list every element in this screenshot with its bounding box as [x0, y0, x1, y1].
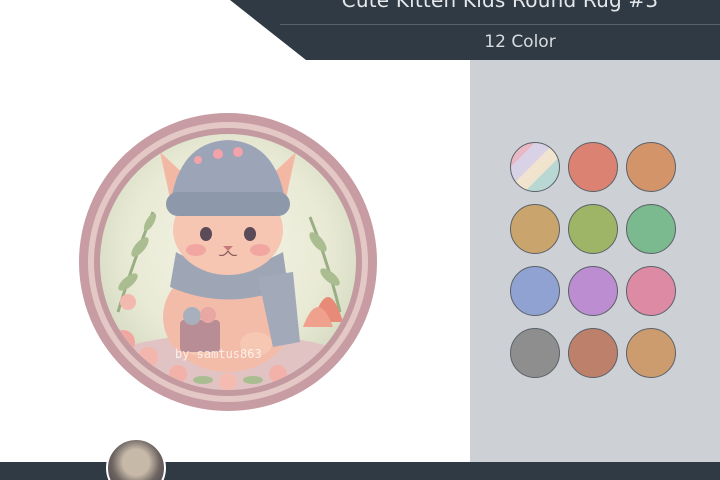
swatch-grey [510, 328, 560, 378]
color-swatch-grid [510, 142, 682, 382]
swatch-green [568, 204, 618, 254]
seller-avatar [106, 438, 166, 480]
swatch-orange [626, 142, 676, 192]
swatch-mint [626, 204, 676, 254]
header-divider [280, 24, 720, 25]
product-title: Cute Kitten Kids Round Rug #3 [341, 0, 659, 12]
swatch-multi [510, 142, 560, 192]
color-count: 12 Color [484, 32, 556, 52]
swatch-pink [626, 266, 676, 316]
watermark-text: by samtus863 [175, 347, 262, 361]
rug-illustration [79, 113, 377, 411]
swatch-brown [568, 328, 618, 378]
swatch-mustard [510, 204, 560, 254]
swatch-tan [626, 328, 676, 378]
swatch-coral [568, 142, 618, 192]
product-image: Cute Kitten Kids Round Rug #3 12 Color b… [0, 0, 720, 480]
swatch-purple [568, 266, 618, 316]
rug-image [78, 112, 378, 412]
swatch-blue [510, 266, 560, 316]
